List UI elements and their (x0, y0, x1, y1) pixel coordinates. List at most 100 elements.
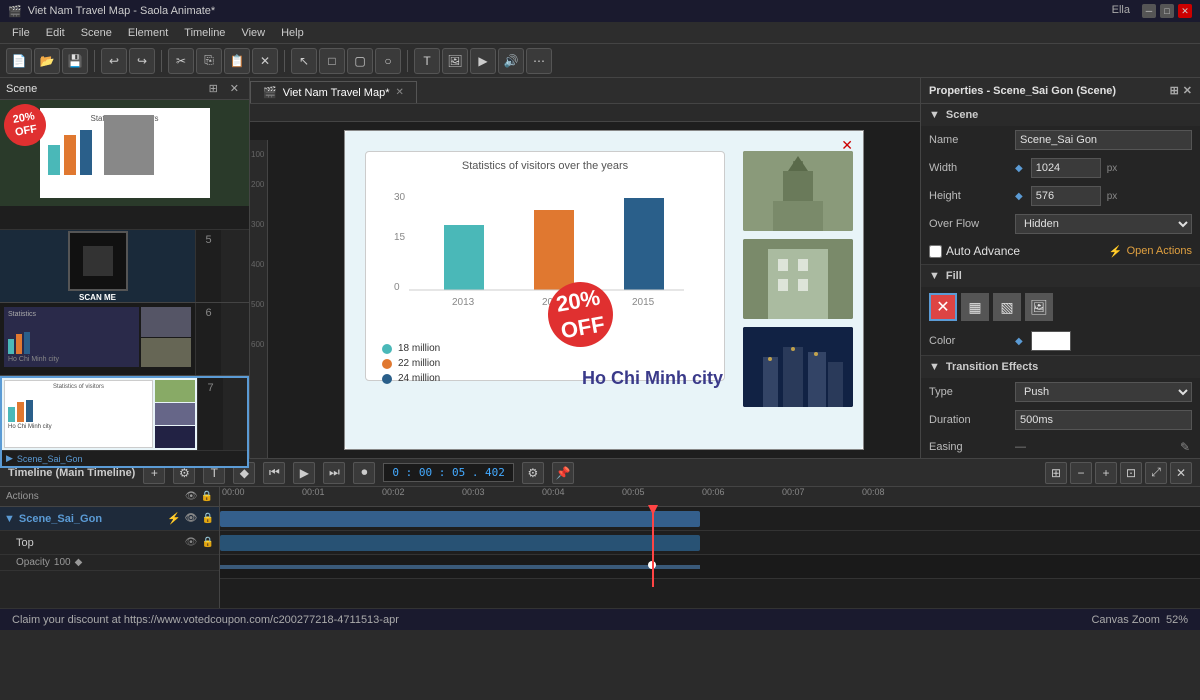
tab-close[interactable]: ✕ (396, 87, 404, 98)
more-tools[interactable]: ⋯ (526, 48, 552, 74)
tl-lock-icon[interactable]: 🔒 (201, 512, 215, 526)
scene-section-header[interactable]: ▼ Scene (921, 104, 1200, 126)
props-expand[interactable]: ⊞ (1170, 84, 1179, 97)
menu-element[interactable]: Element (120, 25, 176, 41)
tl-record[interactable]: ⏺ (353, 462, 375, 484)
prop-name-row: Name (921, 126, 1200, 154)
width-label: Width (929, 162, 1009, 174)
menu-file[interactable]: File (4, 25, 38, 41)
tl-layer-lock[interactable]: 🔒 (201, 536, 215, 550)
scene-collapse-icon: ▼ (929, 109, 940, 121)
name-input[interactable] (1015, 130, 1192, 150)
tl-fit[interactable]: ⊡ (1120, 462, 1142, 484)
tl-grid[interactable]: ⊞ (1045, 462, 1067, 484)
fill-section-header[interactable]: ▼ Fill (921, 265, 1200, 287)
width-input[interactable] (1031, 158, 1101, 178)
menu-help[interactable]: Help (273, 25, 312, 41)
tm-6: 00:06 (700, 487, 725, 497)
save-button[interactable]: 💾 (62, 48, 88, 74)
fill-solid-btn[interactable]: ✕ (929, 293, 957, 321)
tl-play[interactable]: ▶ (293, 462, 315, 484)
text-tool[interactable]: T (414, 48, 440, 74)
prop-duration-row: Duration (921, 406, 1200, 434)
paste-button[interactable]: 📋 (224, 48, 250, 74)
canvas-area: 🎬 Viet Nam Travel Map* ✕ 0 100 200 300 4… (250, 78, 920, 458)
transition-section-header[interactable]: ▼ Transition Effects (921, 356, 1200, 378)
tl-zoom-out[interactable]: − (1070, 462, 1092, 484)
fill-color-btn[interactable]: ▦ (961, 293, 989, 321)
image-tool[interactable]: 🖼 (442, 48, 468, 74)
scene-thumb-1[interactable]: Statistics of visitors 20% OFF (0, 100, 249, 230)
type-select[interactable]: Push Fade Slide (1015, 382, 1192, 402)
new-button[interactable]: 📄 (6, 48, 32, 74)
undo-button[interactable]: ↩ (101, 48, 127, 74)
tl-goto-end[interactable]: ⏭ (323, 462, 345, 484)
tl-options[interactable]: ⚙ (522, 462, 544, 484)
select-tool[interactable]: ↖ (291, 48, 317, 74)
transition-collapse-icon: ▼ (929, 361, 940, 373)
tl-eye-icon[interactable]: 👁 (184, 512, 198, 526)
photo-building (743, 239, 853, 319)
title-bar-left: 🎬 Viet Nam Travel Map - Saola Animate* (8, 5, 215, 18)
lock-icon: 🔒 (201, 491, 213, 502)
tab-main[interactable]: 🎬 Viet Nam Travel Map* ✕ (250, 81, 417, 103)
copy-button[interactable]: ⎘ (196, 48, 222, 74)
overflow-select[interactable]: Hidden Visible Auto (1015, 214, 1192, 234)
promo-badge-off-1: OFF (14, 123, 38, 140)
tl-scene-track[interactable] (220, 507, 1200, 531)
video-tool[interactable]: ▶ (470, 48, 496, 74)
color-swatch[interactable] (1031, 331, 1071, 351)
chart-svg: 30 15 0 2013 2014 (374, 180, 714, 340)
menu-scene[interactable]: Scene (73, 25, 120, 41)
fill-image-btn[interactable]: 🖼 (1025, 293, 1053, 321)
color-label: Color (929, 335, 1009, 347)
scene-thumb-5[interactable]: SCAN ME 5 (0, 230, 249, 303)
width-diamond: ◆ (1015, 163, 1023, 174)
minimize-button[interactable]: ─ (1142, 4, 1156, 18)
tl-zoom-in[interactable]: + (1095, 462, 1117, 484)
scene-thumb-6[interactable]: Statistics Ho Chi Minh city (0, 303, 249, 376)
canvas-container: ✕ Statistics of visitors over the years … (268, 122, 920, 458)
shape-rect[interactable]: □ (319, 48, 345, 74)
prop-easing-row: Easing — ✎ (921, 434, 1200, 458)
menu-edit[interactable]: Edit (38, 25, 73, 41)
redo-button[interactable]: ↪ (129, 48, 155, 74)
prop-height-row: Height ◆ px (921, 182, 1200, 210)
tl-opacity-track[interactable] (220, 555, 1200, 579)
tl-expand[interactable]: ⤢ (1145, 462, 1167, 484)
fill-gradient-btn[interactable]: ▧ (993, 293, 1021, 321)
audio-tool[interactable]: 🔊 (498, 48, 524, 74)
tl-header-icons: 👁 🔒 (185, 491, 213, 502)
open-button[interactable]: 📂 (34, 48, 60, 74)
delete-button[interactable]: ✕ (252, 48, 278, 74)
maximize-button[interactable]: □ (1160, 4, 1174, 18)
title-bar: 🎬 Viet Nam Travel Map - Saola Animate* E… (0, 0, 1200, 22)
status-bar: Claim your discount at https://www.voted… (0, 608, 1200, 630)
tl-snap[interactable]: 📌 (552, 462, 574, 484)
props-close[interactable]: ✕ (1183, 84, 1192, 97)
easing-edit-button[interactable]: ✎ (1178, 440, 1192, 454)
tl-layer-eye[interactable]: 👁 (184, 536, 198, 550)
close-button[interactable]: ✕ (1178, 4, 1192, 18)
tl-layer-track[interactable] (220, 531, 1200, 555)
auto-advance-checkbox[interactable] (929, 245, 942, 258)
height-input[interactable] (1031, 186, 1101, 206)
scenes-close[interactable]: ✕ (226, 81, 243, 96)
scene-thumb-7[interactable]: Statistics of visitors Ho Chi Minh city (0, 376, 249, 468)
tl-close[interactable]: ✕ (1170, 462, 1192, 484)
timeline-title: Timeline (Main Timeline) (8, 467, 135, 479)
tl-scene-label: Scene_Sai_Gon (19, 513, 102, 525)
scenes-expand[interactable]: ⊞ (205, 81, 222, 96)
fill-collapse-icon: ▼ (929, 270, 940, 282)
app-icon: 🎬 (8, 5, 22, 18)
menu-view[interactable]: View (233, 25, 273, 41)
duration-input[interactable] (1015, 410, 1192, 430)
status-left: Claim your discount at https://www.voted… (12, 614, 399, 626)
cut-button[interactable]: ✂ (168, 48, 194, 74)
menu-timeline[interactable]: Timeline (176, 25, 233, 41)
close-scene-button[interactable]: ✕ (841, 137, 853, 154)
open-actions-btn[interactable]: ⚡ Open Actions (1109, 245, 1192, 258)
shape-circle[interactable]: ○ (375, 48, 401, 74)
shape-rounded[interactable]: ▢ (347, 48, 373, 74)
tl-goto-start[interactable]: ⏮ (263, 462, 285, 484)
